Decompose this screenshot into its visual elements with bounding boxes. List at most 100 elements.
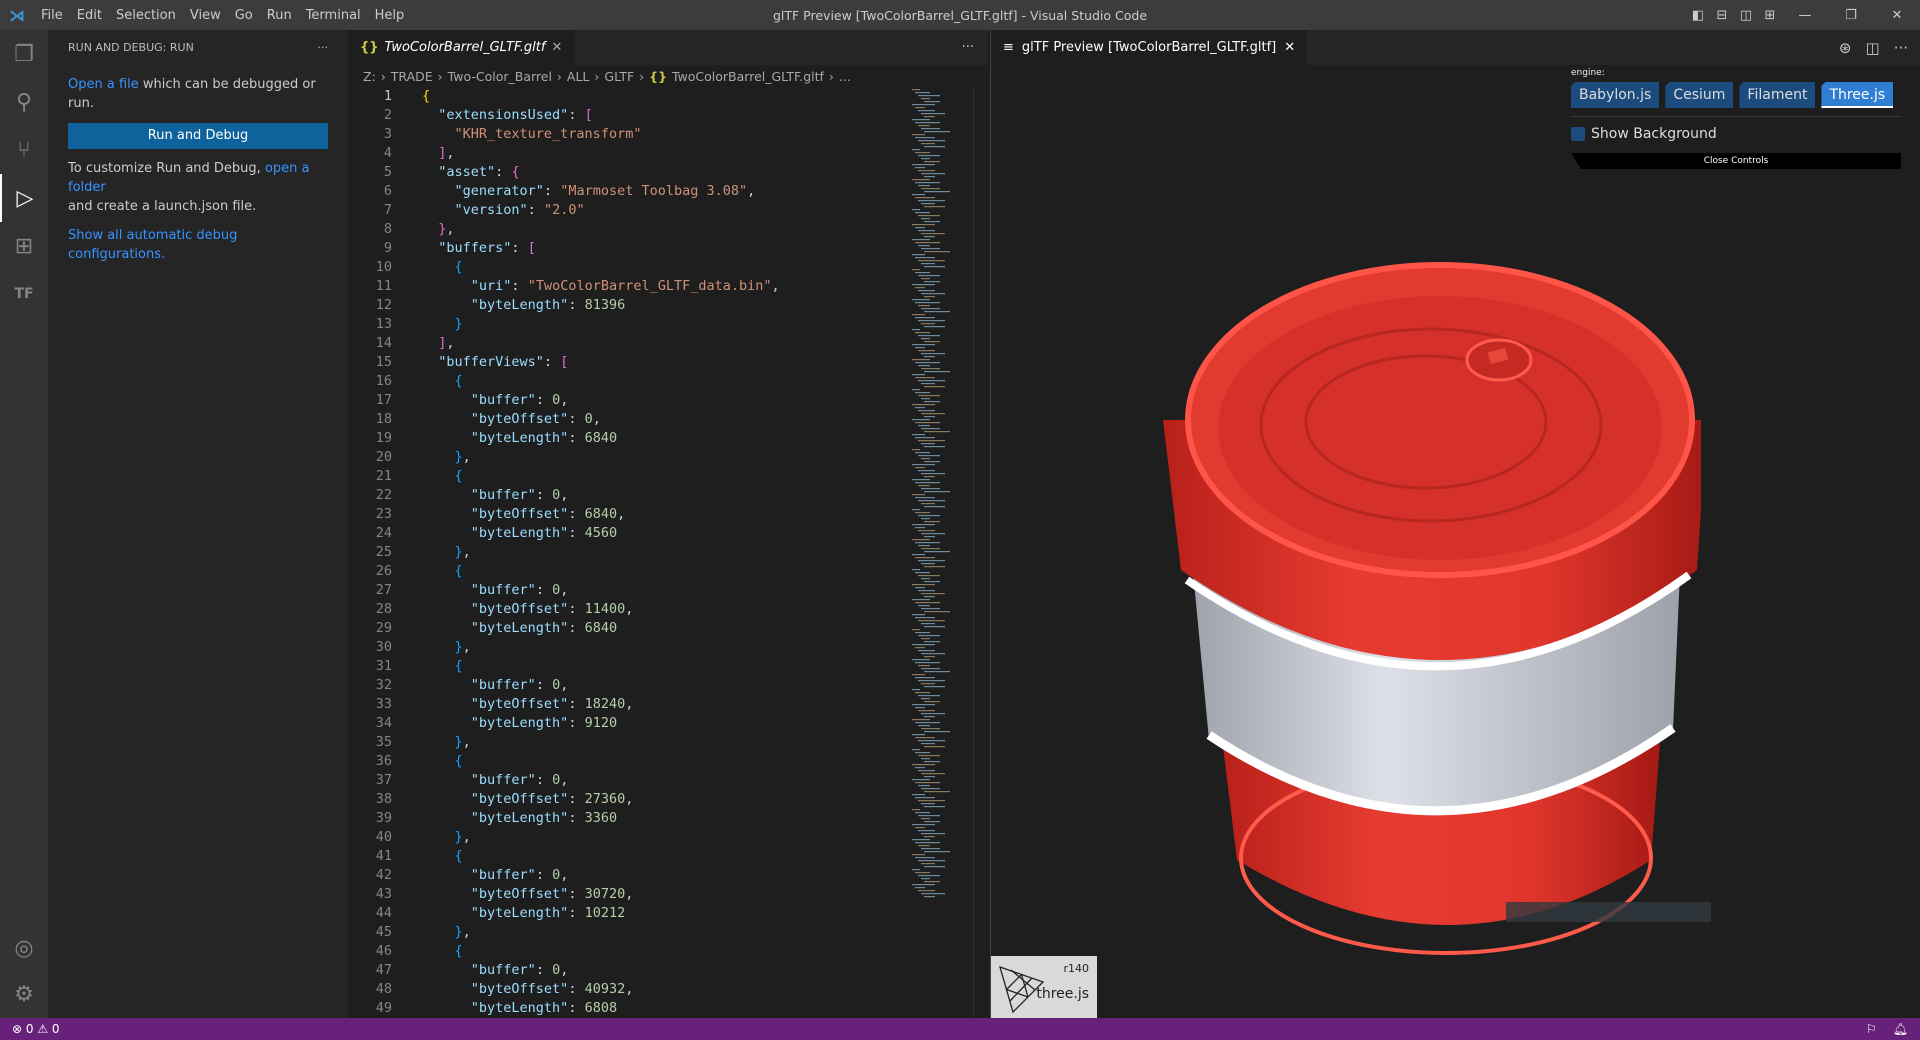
menu-file[interactable]: File xyxy=(34,8,70,23)
split-editor-icon[interactable]: ◫ xyxy=(1866,39,1880,57)
code-line[interactable]: 10 { xyxy=(348,258,988,277)
code-line[interactable]: 13 } xyxy=(348,315,988,334)
code-line[interactable]: 32 "buffer": 0, xyxy=(348,676,988,695)
code-line[interactable]: 14 ], xyxy=(348,334,988,353)
tab-gltf-file[interactable]: {} TwoColorBarrel_GLTF.gltf ✕ xyxy=(348,30,575,65)
feedback-icon[interactable]: ⚐ xyxy=(1866,1022,1877,1036)
explorer-icon[interactable]: ❐ xyxy=(0,30,48,78)
code-line[interactable]: 35 }, xyxy=(348,733,988,752)
code-line[interactable]: 37 "buffer": 0, xyxy=(348,771,988,790)
breadcrumb-item[interactable]: ALL xyxy=(567,69,589,84)
code-line[interactable]: 29 "byteLength": 6840 xyxy=(348,619,988,638)
show-debug-configs-link[interactable]: Show all automatic debug configurations. xyxy=(68,228,237,262)
extensions-icon[interactable]: ⊞ xyxy=(0,222,48,270)
tab-gltf-preview[interactable]: ≡ glTF Preview [TwoColorBarrel_GLTF.gltf]… xyxy=(991,30,1308,65)
breadcrumb-item[interactable]: Z: xyxy=(363,69,376,84)
code-line[interactable]: 6 "generator": "Marmoset Toolbag 3.08", xyxy=(348,182,988,201)
code-line[interactable]: 1{ xyxy=(348,87,988,106)
notifications-bell-icon[interactable]: 🔔︎ xyxy=(1893,1022,1908,1036)
code-line[interactable]: 30 }, xyxy=(348,638,988,657)
code-line[interactable]: 21 { xyxy=(348,467,988,486)
code-line[interactable]: 15 "bufferViews": [ xyxy=(348,353,988,372)
code-line[interactable]: 47 "buffer": 0, xyxy=(348,961,988,980)
breadcrumb-item[interactable]: ... xyxy=(839,69,851,84)
code-line[interactable]: 38 "byteOffset": 27360, xyxy=(348,790,988,809)
code-lines[interactable]: 1{2 "extensionsUsed": [3 "KHR_texture_tr… xyxy=(348,87,988,1018)
breadcrumb-item[interactable]: TwoColorBarrel_GLTF.gltf xyxy=(672,69,824,84)
account-icon[interactable]: ◎ xyxy=(0,924,48,972)
code-line[interactable]: 25 }, xyxy=(348,543,988,562)
code-line[interactable]: 36 { xyxy=(348,752,988,771)
code-line[interactable]: 9 "buffers": [ xyxy=(348,239,988,258)
engine-button-babylonjs[interactable]: Babylon.js xyxy=(1571,82,1660,108)
code-line[interactable]: 43 "byteOffset": 30720, xyxy=(348,885,988,904)
code-line[interactable]: 34 "byteLength": 9120 xyxy=(348,714,988,733)
code-line[interactable]: 49 "byteLength": 6808 xyxy=(348,999,988,1018)
problems-indicator[interactable]: ⊗ 0 ⚠ 0 xyxy=(12,1022,60,1036)
code-line[interactable]: 3 "KHR_texture_transform" xyxy=(348,125,988,144)
code-line[interactable]: 18 "byteOffset": 0, xyxy=(348,410,988,429)
menu-edit[interactable]: Edit xyxy=(70,8,109,23)
breadcrumb-item[interactable]: TRADE xyxy=(391,69,433,84)
code-line[interactable]: 17 "buffer": 0, xyxy=(348,391,988,410)
search-icon[interactable]: ⚲ xyxy=(0,78,48,126)
code-line[interactable]: 4 ], xyxy=(348,144,988,163)
close-window-button[interactable]: ✕ xyxy=(1874,8,1920,23)
engine-button-filament[interactable]: Filament xyxy=(1739,82,1816,108)
barrel-3d-model[interactable] xyxy=(1141,210,1707,974)
open-file-link[interactable]: Open a file xyxy=(68,77,139,92)
toggle-panel-icon[interactable]: ⊟ xyxy=(1710,8,1734,23)
code-line[interactable]: 22 "buffer": 0, xyxy=(348,486,988,505)
code-line[interactable]: 5 "asset": { xyxy=(348,163,988,182)
code-line[interactable]: 42 "buffer": 0, xyxy=(348,866,988,885)
toggle-secondary-sidebar-icon[interactable]: ◫ xyxy=(1734,8,1758,23)
menu-help[interactable]: Help xyxy=(368,8,412,23)
minimize-button[interactable]: — xyxy=(1782,8,1828,23)
more-actions-icon[interactable]: ··· xyxy=(1894,39,1908,57)
breadcrumb-item[interactable]: GLTF xyxy=(604,69,634,84)
show-background-toggle[interactable]: Show Background xyxy=(1571,123,1901,145)
editor-more-actions-icon[interactable]: ··· xyxy=(962,40,988,55)
engine-button-threejs[interactable]: Three.js xyxy=(1821,82,1894,108)
code-line[interactable]: 24 "byteLength": 4560 xyxy=(348,524,988,543)
close-controls-button[interactable]: Close Controls xyxy=(1571,153,1901,169)
code-line[interactable]: 7 "version": "2.0" xyxy=(348,201,988,220)
show-background-checkbox[interactable] xyxy=(1571,127,1585,141)
code-line[interactable]: 23 "byteOffset": 6840, xyxy=(348,505,988,524)
breadcrumb-item[interactable]: Two-Color_Barrel xyxy=(448,69,552,84)
code-line[interactable]: 39 "byteLength": 3360 xyxy=(348,809,988,828)
code-line[interactable]: 19 "byteLength": 6840 xyxy=(348,429,988,448)
toggle-sidebar-icon[interactable]: ◧ xyxy=(1686,8,1710,23)
run-debug-icon[interactable]: ▷ xyxy=(0,174,48,222)
engine-button-cesium[interactable]: Cesium xyxy=(1665,82,1734,108)
code-line[interactable]: 11 "uri": "TwoColorBarrel_GLTF_data.bin"… xyxy=(348,277,988,296)
code-line[interactable]: 8 }, xyxy=(348,220,988,239)
gltf-actions-icon[interactable]: ⊛ xyxy=(1839,39,1852,57)
menu-go[interactable]: Go xyxy=(228,8,260,23)
menu-selection[interactable]: Selection xyxy=(109,8,183,23)
code-line[interactable]: 44 "byteLength": 10212 xyxy=(348,904,988,923)
code-line[interactable]: 33 "byteOffset": 18240, xyxy=(348,695,988,714)
more-actions-icon[interactable]: ··· xyxy=(318,41,329,54)
code-line[interactable]: 27 "buffer": 0, xyxy=(348,581,988,600)
run-and-debug-button[interactable]: Run and Debug xyxy=(68,123,328,149)
editor-scrollbar[interactable] xyxy=(973,87,974,1017)
code-line[interactable]: 45 }, xyxy=(348,923,988,942)
code-line[interactable]: 28 "byteOffset": 11400, xyxy=(348,600,988,619)
code-line[interactable]: 48 "byteOffset": 40932, xyxy=(348,980,988,999)
customize-layout-icon[interactable]: ⊞ xyxy=(1758,8,1782,23)
code-line[interactable]: 31 { xyxy=(348,657,988,676)
restore-button[interactable]: ❐ xyxy=(1828,8,1874,23)
close-tab-icon[interactable]: ✕ xyxy=(1284,40,1295,55)
menu-run[interactable]: Run xyxy=(260,8,299,23)
code-line[interactable]: 16 { xyxy=(348,372,988,391)
code-line[interactable]: 40 }, xyxy=(348,828,988,847)
code-line[interactable]: 41 { xyxy=(348,847,988,866)
menu-terminal[interactable]: Terminal xyxy=(299,8,368,23)
menu-view[interactable]: View xyxy=(183,8,228,23)
terraform-icon[interactable]: TF xyxy=(0,270,48,318)
code-line[interactable]: 12 "byteLength": 81396 xyxy=(348,296,988,315)
source-control-icon[interactable]: ⑂ xyxy=(0,126,48,174)
code-line[interactable]: 20 }, xyxy=(348,448,988,467)
code-line[interactable]: 2 "extensionsUsed": [ xyxy=(348,106,988,125)
